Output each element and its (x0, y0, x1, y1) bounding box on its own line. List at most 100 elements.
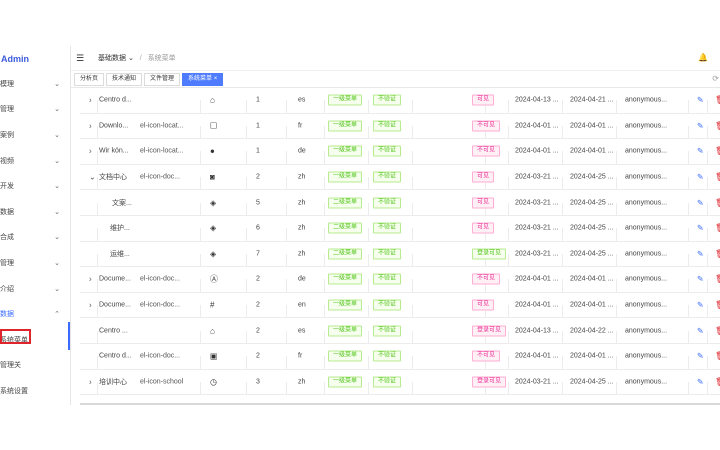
cell-created-date: 2024-04-01 ... (515, 122, 559, 130)
column-divider (412, 177, 413, 190)
cell-user: anonymous... (625, 224, 668, 232)
sidebar-item[interactable]: 数据 ⌄ (0, 199, 70, 225)
chevron-icon: ⌄ (54, 285, 60, 293)
edit-icon[interactable]: ✎ (697, 173, 704, 182)
auth-badge: 不验证 (373, 222, 402, 234)
edit-icon[interactable]: ✎ (697, 301, 704, 310)
delete-icon[interactable]: 🗑 (715, 96, 720, 105)
sidebar-item[interactable]: 管理 ⌄ (0, 250, 70, 276)
delete-icon[interactable]: 🗑 (715, 275, 720, 284)
edit-icon[interactable]: ✎ (697, 198, 704, 207)
expand-chevron-icon[interactable]: ⌄ (89, 173, 96, 182)
column-divider (562, 381, 563, 395)
header: ☰ 基础数据 ⌄ / 系统菜单 🔔 (71, 46, 720, 71)
sidebar-item[interactable]: 模理 ⌄ (0, 71, 70, 97)
column-divider (707, 381, 708, 395)
edit-icon[interactable]: ✎ (697, 377, 704, 386)
delete-icon[interactable]: 🗑 (715, 301, 720, 310)
tab-tag[interactable]: 技术通知 (106, 72, 143, 86)
sidebar-item-label: 案例 (0, 131, 14, 139)
expand-chevron-icon[interactable]: › (89, 96, 92, 105)
breadcrumb: 基础数据 ⌄ / 系统菜单 (98, 53, 176, 63)
tab-tag[interactable]: 系统菜单 × (182, 72, 224, 86)
delete-icon[interactable]: 🗑 (715, 198, 720, 207)
sidebar-item[interactable]: 数据 ⌃ (0, 301, 70, 327)
delete-icon[interactable]: 🗑 (715, 147, 720, 156)
delete-icon[interactable]: 🗑 (715, 326, 720, 335)
bell-icon[interactable]: 🔔 (698, 53, 708, 62)
sidebar-item[interactable]: 介绍 ⌄ (0, 276, 70, 302)
column-divider (562, 253, 563, 267)
table-row: Centro d... el-icon-doc... ▣ 2 fr 一级菜单 不验证 不可见 2… (80, 344, 720, 370)
column-divider (508, 253, 509, 267)
chevron-icon: ⌄ (54, 259, 60, 267)
column-divider (616, 151, 617, 164)
column-divider (508, 100, 509, 113)
column-divider (368, 228, 369, 241)
sidebar-item[interactable]: 管理关 (0, 353, 70, 379)
edit-icon[interactable]: ✎ (697, 249, 704, 258)
cell-user: anonymous... (625, 147, 668, 155)
auth-badge: 不验证 (373, 94, 402, 106)
column-divider (412, 305, 413, 318)
cell-icon-name: el-icon-doc... (140, 301, 181, 309)
column-divider (707, 100, 708, 113)
column-divider (508, 202, 509, 215)
sidebar-item[interactable]: 案例 ⌄ (0, 122, 70, 148)
column-divider (707, 202, 708, 215)
cell-language: es (298, 327, 306, 335)
edit-icon[interactable]: ✎ (697, 96, 704, 105)
delete-icon[interactable]: 🗑 (715, 173, 720, 182)
refresh-icon[interactable]: ⟳ (712, 74, 719, 83)
chevron-icon: ⌄ (54, 80, 60, 88)
sidebar-item[interactable]: 视频 ⌄ (0, 148, 70, 174)
delete-icon[interactable]: 🗑 (715, 249, 720, 258)
visibility-badge: 登录可见 (472, 325, 507, 337)
auth-badge: 不验证 (373, 273, 402, 285)
cell-language: en (298, 301, 306, 309)
delete-icon[interactable]: 🗑 (715, 121, 720, 130)
column-divider (246, 279, 247, 292)
expand-chevron-icon[interactable]: › (89, 275, 92, 284)
column-divider (200, 228, 201, 241)
delete-icon[interactable]: 🗑 (715, 224, 720, 233)
breadcrumb-current: 系统菜单 (147, 55, 176, 62)
delete-icon[interactable]: 🗑 (715, 352, 720, 361)
column-divider (508, 330, 509, 343)
edit-icon[interactable]: ✎ (697, 224, 704, 233)
sidebar-item[interactable]: 管理 ⌄ (0, 97, 70, 123)
delete-icon[interactable]: 🗑 (715, 377, 720, 386)
column-divider (286, 125, 287, 139)
breadcrumb-parent[interactable]: 基础数据 (98, 55, 126, 62)
cell-sort: 2 (256, 173, 260, 181)
tab-tag[interactable]: 分析页 (74, 72, 105, 86)
edit-icon[interactable]: ✎ (697, 147, 704, 156)
sidebar-item[interactable]: 开发 ⌄ (0, 173, 70, 199)
horizontal-scrollbar[interactable] (80, 403, 720, 405)
hamburger-icon[interactable]: ☰ (76, 53, 90, 64)
auth-badge: 不验证 (373, 120, 402, 132)
edit-icon[interactable]: ✎ (697, 326, 704, 335)
column-divider (412, 253, 413, 267)
edit-icon[interactable]: ✎ (697, 352, 704, 361)
cell-language: zh (298, 250, 306, 258)
column-divider (368, 305, 369, 318)
expand-chevron-icon[interactable]: › (89, 147, 92, 156)
expand-chevron-icon[interactable]: › (89, 301, 92, 310)
cell-updated-date: 2024-04-01 ... (570, 275, 614, 283)
sidebar-item[interactable]: 系统设置 (0, 378, 70, 404)
edit-icon[interactable]: ✎ (697, 275, 704, 284)
visibility-badge: 不可见 (472, 273, 501, 285)
cell-name: 运维... (110, 250, 130, 258)
sidebar-item[interactable]: 合成 ⌄ (0, 225, 70, 251)
cell-updated-date: 2024-04-25 ... (570, 378, 614, 386)
cell-name: 文档中心 (99, 174, 127, 182)
edit-icon[interactable]: ✎ (697, 121, 704, 130)
expand-chevron-icon[interactable]: › (89, 377, 92, 386)
tab-tag[interactable]: 文件管理 (144, 72, 181, 86)
expand-chevron-icon[interactable]: › (89, 121, 92, 130)
visibility-badge: 登录可见 (472, 248, 507, 260)
cell-name: Centro d... (99, 352, 132, 360)
cell-created-date: 2024-04-01 ... (515, 147, 559, 155)
column-divider (688, 381, 689, 395)
